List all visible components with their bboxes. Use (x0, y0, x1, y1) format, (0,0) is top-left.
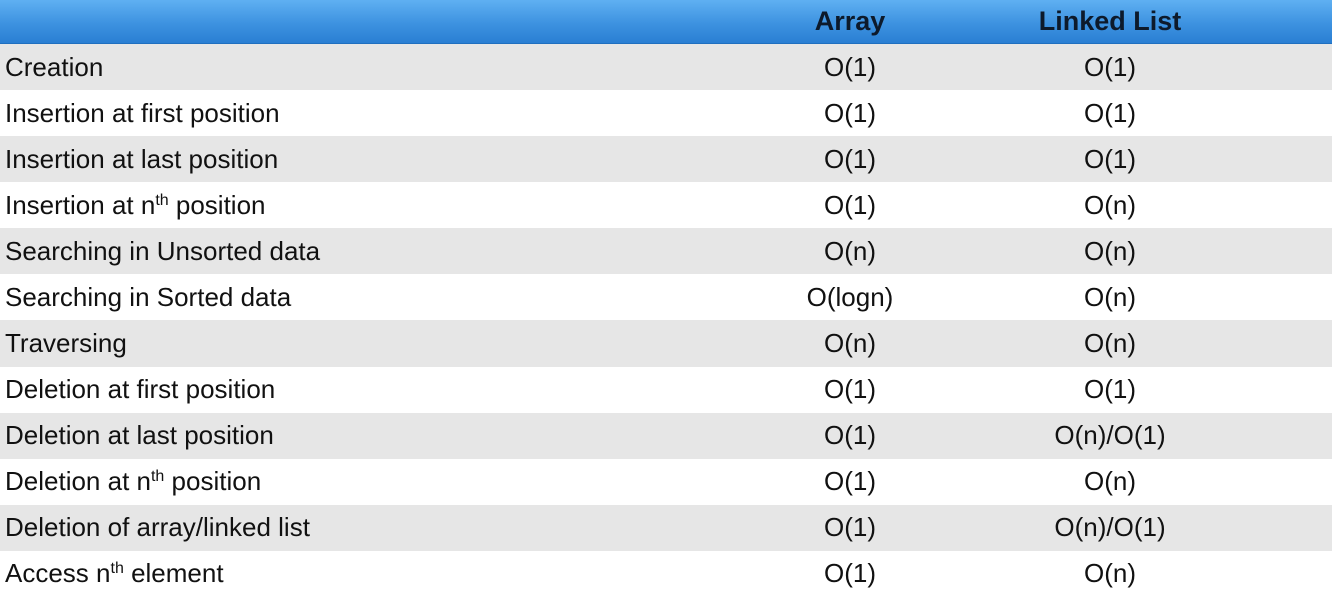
table-row: Deletion of array/linked list O(1) O(n)/… (0, 504, 1332, 551)
table-row: Access nth element O(1) O(n) (0, 550, 1332, 597)
table-row: Deletion at nth position O(1) O(n) (0, 458, 1332, 505)
row-array-complexity: O(1) (824, 51, 876, 82)
row-linked-list-complexity: O(1) (1084, 97, 1136, 128)
table-row: Creation O(1) O(1) (0, 44, 1332, 91)
row-operation: Insertion at first position (5, 97, 280, 128)
row-array-complexity: O(n) (824, 235, 876, 266)
row-linked-list-complexity: O(n) (1084, 281, 1136, 312)
row-array-complexity: O(logn) (806, 281, 894, 312)
row-linked-list-complexity: O(1) (1084, 143, 1136, 174)
row-operation: Deletion at first position (5, 374, 276, 405)
row-operation: Insertion at last position (5, 143, 279, 174)
row-array-complexity: O(1) (824, 143, 876, 174)
row-array-complexity: O(1) (824, 189, 876, 220)
table-row: Deletion at first position O(1) O(1) (0, 366, 1332, 413)
row-array-complexity: O(1) (824, 420, 876, 451)
row-linked-list-complexity: O(n)/O(1) (1054, 420, 1166, 451)
table-row: Insertion at last position O(1) O(1) (0, 136, 1332, 183)
row-operation: Traversing (5, 328, 127, 358)
row-linked-list-complexity: O(n)/O(1) (1054, 512, 1166, 543)
complexity-table: Array Linked List Creation O(1) O(1) Ins… (0, 0, 1332, 597)
row-linked-list-complexity: O(1) (1084, 374, 1136, 405)
row-linked-list-complexity: O(n) (1084, 235, 1136, 266)
row-array-complexity: O(1) (824, 558, 876, 589)
row-operation: Creation (5, 51, 104, 82)
row-linked-list-complexity: O(1) (1084, 51, 1136, 82)
row-operation: Deletion at nth position (5, 466, 262, 497)
row-array-complexity: O(1) (824, 466, 876, 497)
row-linked-list-complexity: O(n) (1084, 189, 1136, 220)
table-row: Searching in Sorted data O(logn) O(n) (0, 274, 1332, 321)
row-array-complexity: O(n) (824, 328, 876, 358)
table-row: Insertion at first position O(1) O(1) (0, 90, 1332, 137)
row-operation: Access nth element (5, 558, 224, 589)
header-linked-list: Linked List (1038, 6, 1182, 36)
table-row: Deletion at last position O(1) O(n)/O(1) (0, 412, 1332, 459)
row-operation: Deletion of array/linked list (5, 512, 310, 543)
table-row: Searching in Unsorted data O(n) O(n) (0, 228, 1332, 275)
table-row: Insertion at nth position O(1) O(n) (0, 182, 1332, 229)
row-array-complexity: O(1) (824, 97, 876, 128)
row-array-complexity: O(1) (824, 512, 876, 543)
row-linked-list-complexity: O(n) (1084, 328, 1136, 358)
header-array: Array (814, 6, 886, 36)
row-operation: Searching in Sorted data (5, 281, 292, 312)
row-linked-list-complexity: O(n) (1084, 466, 1136, 497)
row-operation: Deletion at last position (5, 420, 274, 451)
row-operation: Searching in Unsorted data (5, 235, 321, 266)
row-operation: Insertion at nth position (5, 189, 266, 220)
table-row: Traversing O(n) O(n) (0, 320, 1332, 367)
row-array-complexity: O(1) (824, 374, 876, 405)
row-linked-list-complexity: O(n) (1084, 558, 1136, 589)
table-header: Array Linked List (0, 0, 1332, 44)
